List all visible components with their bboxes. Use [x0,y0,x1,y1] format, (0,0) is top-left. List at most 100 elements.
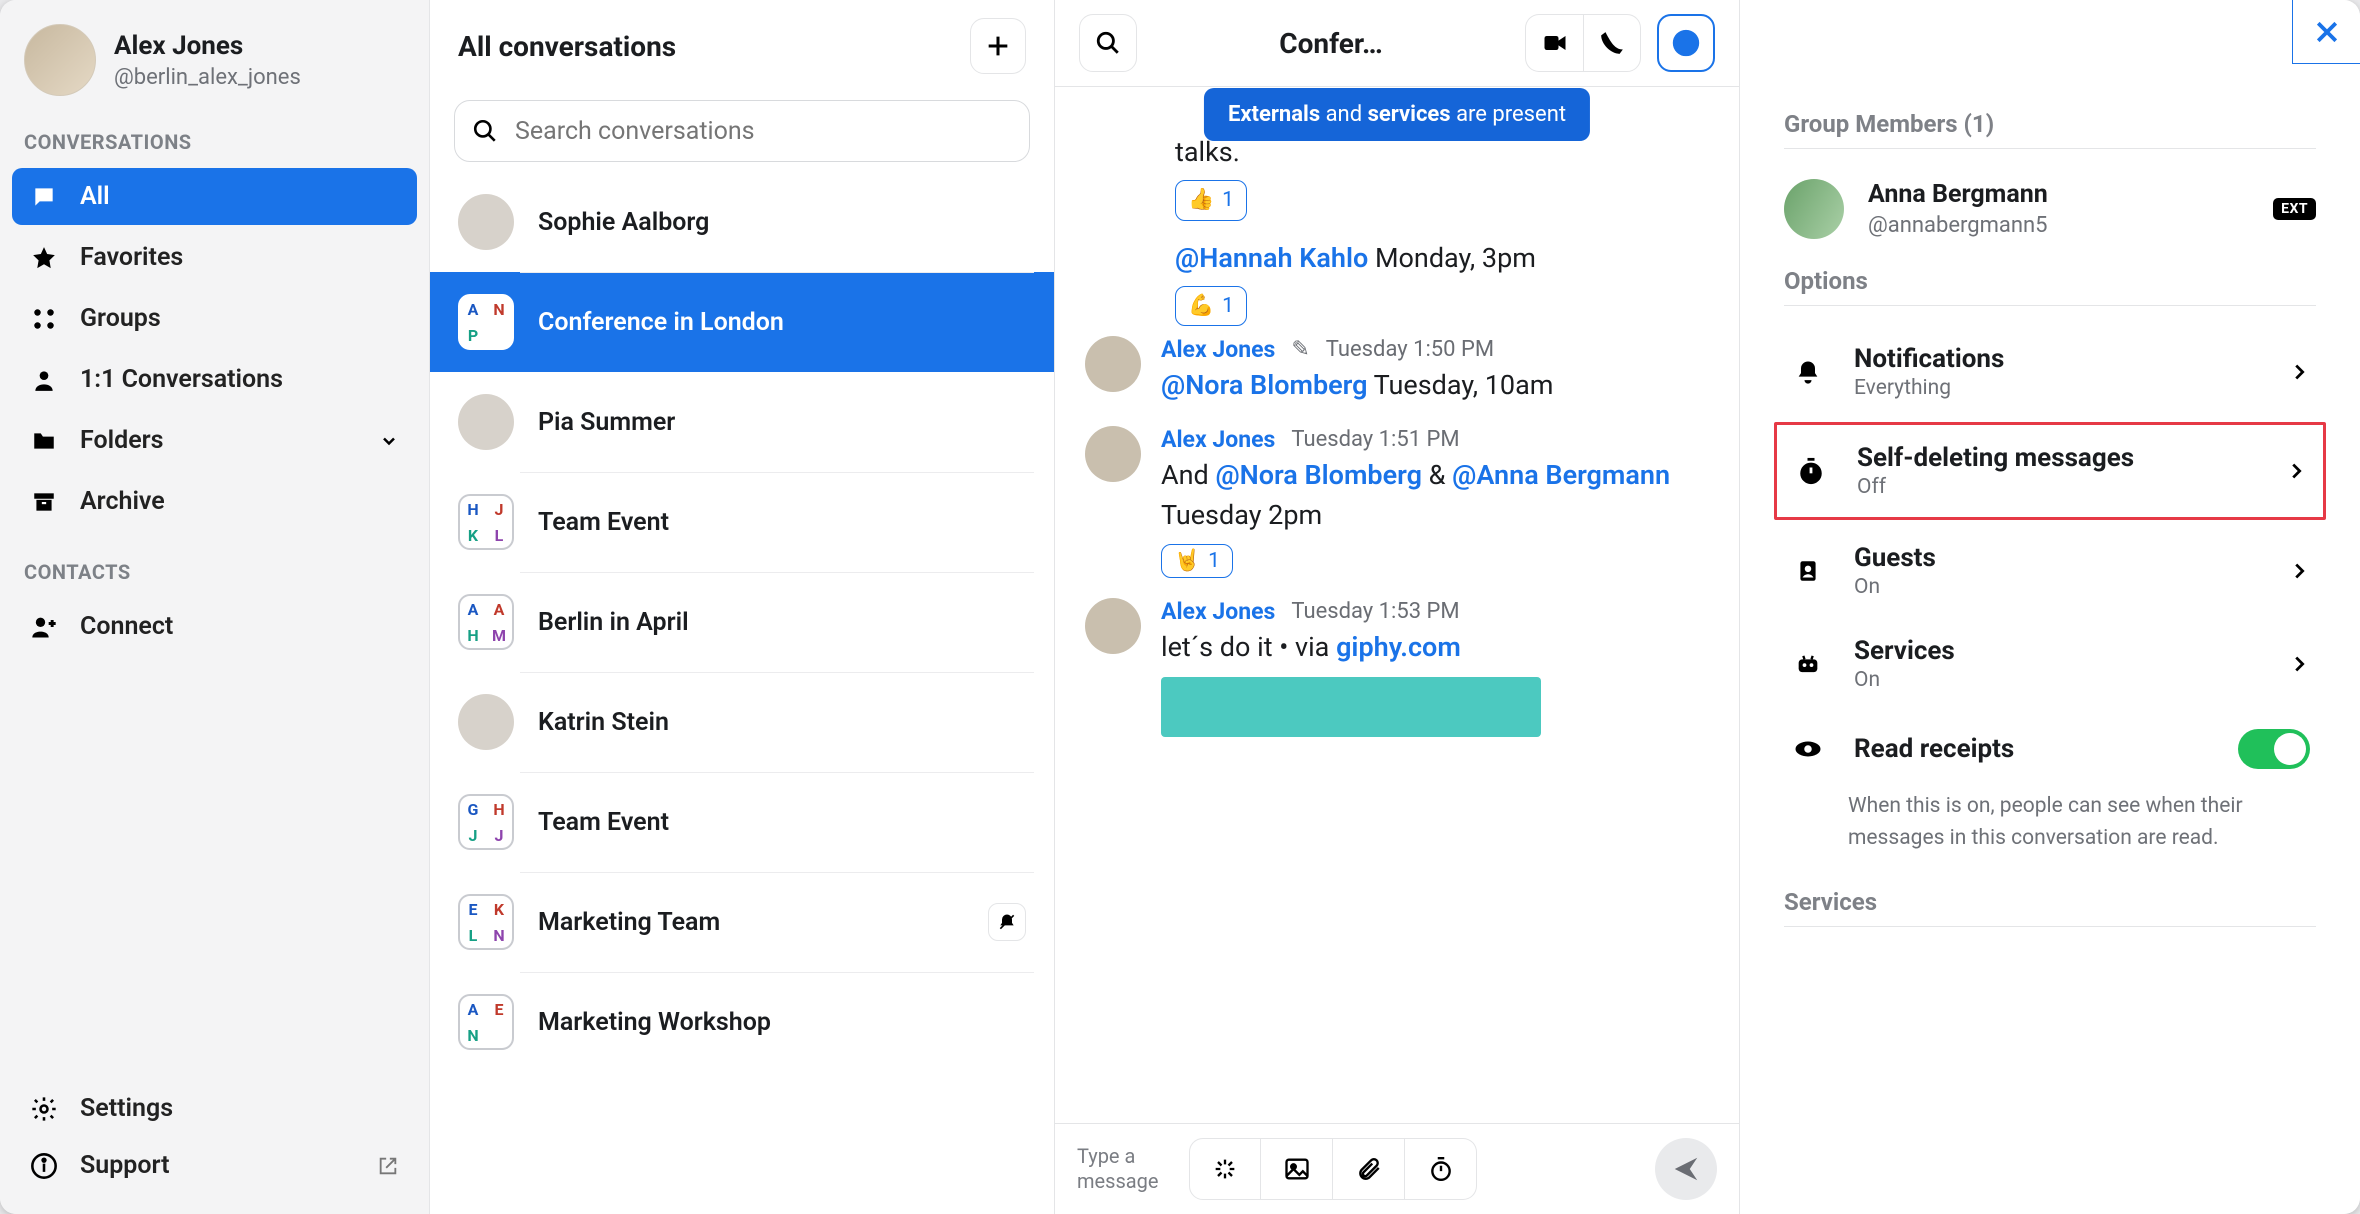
ping-button[interactable] [1189,1138,1261,1200]
image-button[interactable] [1261,1138,1333,1200]
options-label: Options [1784,267,2316,306]
nav-1on1[interactable]: 1:1 Conversations [12,351,417,408]
nav-groups[interactable]: Groups [12,290,417,347]
attach-button[interactable] [1333,1138,1405,1200]
read-receipts-desc: When this is on, people can see when the… [1784,787,2316,878]
sender-name[interactable]: Alex Jones [1161,598,1275,625]
composer-placeholder[interactable]: Type a message [1077,1144,1175,1194]
info-icon [30,1152,58,1180]
message: Alex JonesTuesday 1:51 PM And @Nora Blom… [1085,416,1709,588]
close-details-button[interactable] [2292,0,2360,64]
conversation-item[interactable]: AAHMBerlin in April [430,572,1054,672]
edited-icon: ✎ [1291,337,1309,362]
message-time: Tuesday 1:53 PM [1291,599,1459,624]
video-call-button[interactable] [1525,14,1583,72]
conversation-item[interactable]: HJKL Team Event [430,472,1054,572]
search-conversations-input[interactable] [454,100,1030,162]
conversation-item[interactable]: GHJJ Team Event [430,772,1054,872]
externals-banner: Externals and services are present [1204,88,1590,141]
profile-handle: @berlin_alex_jones [114,65,301,90]
composer: Type a message [1055,1123,1739,1214]
conversation-name: Berlin in April [538,608,689,637]
group-avatar: EKLN [458,894,514,950]
conversation-name: Team Event [538,508,669,537]
option-services[interactable]: ServicesOn [1784,617,2316,710]
connect-icon [30,613,58,641]
close-icon [2312,17,2342,47]
nav-settings[interactable]: Settings [12,1080,417,1137]
nav-settings-label: Settings [80,1094,173,1123]
group-avatar: HJKL [458,494,514,550]
chat-search-button[interactable] [1079,14,1137,72]
read-receipts-toggle[interactable] [2238,729,2310,769]
message-mention-line: @Hannah Kahlo Monday, 3pm [1085,239,1709,278]
conversation-name: Katrin Stein [538,708,669,737]
group-avatar: GHJJ [458,794,514,850]
nav-favorites-label: Favorites [80,243,183,272]
option-guests[interactable]: GuestsOn [1784,524,2316,617]
timer-button[interactable] [1405,1138,1477,1200]
search-conversations[interactable] [454,100,1030,162]
option-self-deleting[interactable]: Self-deleting messagesOff [1774,422,2326,520]
gif-preview[interactable] [1161,677,1541,737]
bell-icon [1790,358,1826,386]
nav-support[interactable]: Support [12,1137,417,1194]
member-handle: @annabergmann5 [1868,213,2048,238]
nav-support-label: Support [80,1151,170,1180]
member-avatar [1784,179,1844,239]
person-icon [30,366,58,394]
giphy-link[interactable]: giphy.com [1336,631,1461,663]
folder-icon [30,427,58,455]
conversations-title: All conversations [458,30,676,63]
conversation-info-button[interactable] [1657,14,1715,72]
nav-folders[interactable]: Folders [12,412,417,469]
conversation-name: Conference in London [538,308,784,337]
search-icon [472,118,498,144]
banner-services: services [1368,102,1451,127]
sender-name[interactable]: Alex Jones [1161,336,1275,363]
robot-icon [1790,650,1826,678]
chevron-right-icon [2288,653,2310,675]
sender-name[interactable]: Alex Jones [1161,426,1275,453]
conversation-name: Marketing Workshop [538,1008,771,1037]
person-avatar [458,394,514,450]
group-member[interactable]: Anna Bergmann @annabergmann5 EXT [1784,169,2316,267]
reaction-horns[interactable]: 🤘1 [1161,544,1233,578]
archive-icon [30,488,58,516]
conversation-item[interactable]: Pia Summer [430,372,1054,472]
conversation-item[interactable]: EKLNMarketing Team [430,872,1054,972]
conversation-item[interactable]: Katrin Stein [430,672,1054,772]
send-button[interactable] [1655,1138,1717,1200]
reaction-muscle[interactable]: 💪1 [1175,286,1247,326]
option-notifications[interactable]: NotificationsEverything [1784,326,2316,418]
conversations-column: All conversations Sophie AalborgANPConfe… [430,0,1055,1214]
sender-avatar [1085,426,1141,482]
search-icon [1095,30,1121,56]
external-link-icon [377,1155,399,1177]
nav-all[interactable]: All [12,168,417,225]
conversation-item[interactable]: Sophie Aalborg [430,172,1054,272]
speech-icon [30,183,58,211]
send-icon [1671,1154,1701,1184]
nav-connect[interactable]: Connect [12,598,417,655]
profile-block[interactable]: Alex Jones @berlin_alex_jones [0,14,429,106]
phone-icon [1599,30,1625,56]
group-members-label: Group Members (1) [1784,110,2316,149]
new-conversation-button[interactable] [970,18,1026,74]
reaction-thumbs[interactable]: 👍1 [1175,180,1247,220]
conversation-item[interactable]: ANPConference in London [430,272,1054,372]
details-panel: Group Members (1) Anna Bergmann @annaber… [1740,0,2360,1214]
nav-archive[interactable]: Archive [12,473,417,530]
message-time: Tuesday 1:51 PM [1291,427,1459,452]
profile-name: Alex Jones [114,31,301,61]
banner-externals: Externals [1228,102,1320,127]
conversations-list[interactable]: Sophie AalborgANPConference in LondonPia… [430,172,1054,1214]
conversation-name: Team Event [538,808,669,837]
nav-all-label: All [80,182,110,211]
audio-call-button[interactable] [1583,14,1641,72]
chevron-right-icon [2288,560,2310,582]
chevron-right-icon [2285,460,2307,482]
nav-favorites[interactable]: Favorites [12,229,417,286]
option-read-receipts[interactable]: Read receipts [1784,710,2316,787]
conversation-item[interactable]: AENMarketing Workshop [430,972,1054,1072]
